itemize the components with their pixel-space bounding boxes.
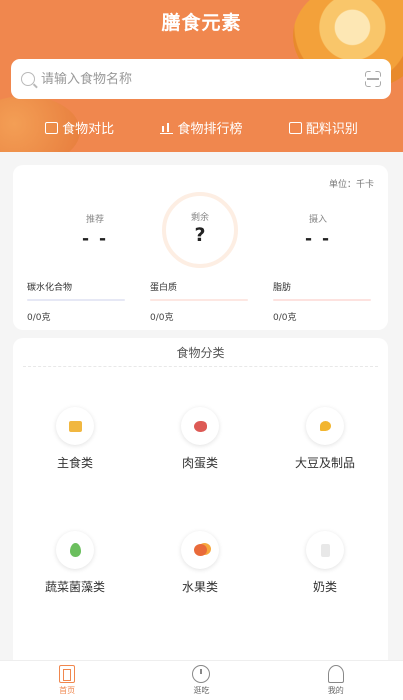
divider	[23, 366, 378, 367]
tab-label: 逛吃	[193, 686, 210, 695]
explore-icon	[192, 665, 211, 683]
remaining-ring: 剩余 ?	[162, 192, 238, 268]
category-label: 奶类	[312, 580, 337, 594]
search-bar[interactable]	[11, 59, 391, 99]
macro-fat: 脂肪 0/0克	[273, 280, 371, 323]
category-label: 水果类	[181, 580, 218, 594]
category-bubble	[56, 531, 94, 569]
recommended-label: 推荐	[85, 215, 104, 225]
tab-explore[interactable]: 逛吃	[134, 661, 268, 700]
category-label: 大豆及制品	[294, 456, 355, 470]
search-icon	[21, 72, 35, 86]
category-title: 食物分类	[176, 346, 225, 360]
ranking-icon	[160, 122, 174, 134]
category-label: 肉蛋类	[181, 456, 218, 470]
category-milk[interactable]: 奶类	[270, 531, 380, 595]
header-banner: 膳食元素 食物对比 食物排行榜 配料识别	[0, 0, 403, 152]
category-bubble	[56, 407, 94, 445]
remaining-label: 剩余	[190, 213, 209, 223]
category-meat-egg[interactable]: 肉蛋类	[145, 407, 255, 471]
milk-icon	[320, 543, 330, 557]
ingredient-scan-button[interactable]: 配料识别	[288, 118, 358, 137]
food-category-panel: 食物分类 主食类 肉蛋类 大豆及制品 蔬菜菌藻类 水果类 奶类	[13, 338, 388, 660]
bottom-tab-bar: 首页 逛吃 我的	[0, 660, 403, 700]
recommended-stat: 推荐 - -	[55, 212, 135, 249]
macro-progress-bar	[150, 299, 248, 301]
compare-label: 食物对比	[62, 122, 115, 137]
search-input[interactable]	[41, 71, 365, 87]
tab-label: 我的	[327, 686, 344, 695]
meat-egg-icon	[193, 420, 207, 432]
app-title: 膳食元素	[161, 12, 242, 34]
category-fruit[interactable]: 水果类	[145, 531, 255, 595]
tab-label: 首页	[59, 686, 76, 695]
compare-button[interactable]: 食物对比	[45, 118, 114, 137]
ingredient-scan-label: 配料识别	[305, 122, 358, 137]
category-bubble	[181, 531, 219, 569]
category-vegetable[interactable]: 蔬菜菌藻类	[20, 531, 130, 595]
tab-home[interactable]: 首页	[0, 661, 134, 700]
ranking-button[interactable]: 食物排行榜	[160, 118, 243, 137]
intake-stat: 摄入 - -	[278, 212, 358, 249]
category-bubble	[306, 407, 344, 445]
scan-icon[interactable]	[365, 71, 381, 87]
compare-icon	[45, 121, 59, 134]
macro-name: 蛋白质	[150, 283, 178, 293]
tab-profile[interactable]: 我的	[269, 661, 403, 700]
ingredient-scan-icon	[288, 121, 302, 134]
unit-label: 单位：千卡	[328, 180, 374, 190]
macro-amount: 0/0克	[273, 313, 297, 323]
staple-food-icon	[68, 420, 82, 432]
intake-label: 摄入	[308, 215, 327, 225]
macro-progress-bar	[27, 299, 125, 301]
quick-actions: 食物对比 食物排行榜 配料识别	[0, 118, 403, 137]
soybean-icon	[319, 421, 331, 431]
category-soybean[interactable]: 大豆及制品	[270, 407, 380, 471]
macro-progress-bar	[273, 299, 371, 301]
category-label: 蔬菜菌藻类	[44, 580, 105, 594]
vegetable-icon	[69, 543, 81, 557]
fruit-icon	[193, 544, 207, 556]
macro-name: 碳水化合物	[27, 283, 73, 293]
category-label: 主食类	[56, 456, 93, 470]
category-bubble	[181, 407, 219, 445]
macro-name: 脂肪	[273, 283, 292, 293]
macro-amount: 0/0克	[150, 313, 174, 323]
profile-icon	[327, 665, 344, 683]
category-bubble	[306, 531, 344, 569]
category-staple-food[interactable]: 主食类	[20, 407, 130, 471]
macro-amount: 0/0克	[27, 313, 51, 323]
macro-protein: 蛋白质 0/0克	[150, 280, 248, 323]
recommended-value: - -	[81, 229, 109, 249]
remaining-value: ?	[194, 224, 206, 246]
intake-value: - -	[304, 229, 332, 249]
calorie-summary-card[interactable]: 单位：千卡 推荐 - - 剩余 ? 摄入 - - 碳水化合物 0/0克 蛋白质 …	[13, 165, 388, 330]
ranking-label: 食物排行榜	[177, 122, 243, 137]
macro-carbs: 碳水化合物 0/0克	[27, 280, 125, 323]
home-icon	[59, 665, 76, 683]
